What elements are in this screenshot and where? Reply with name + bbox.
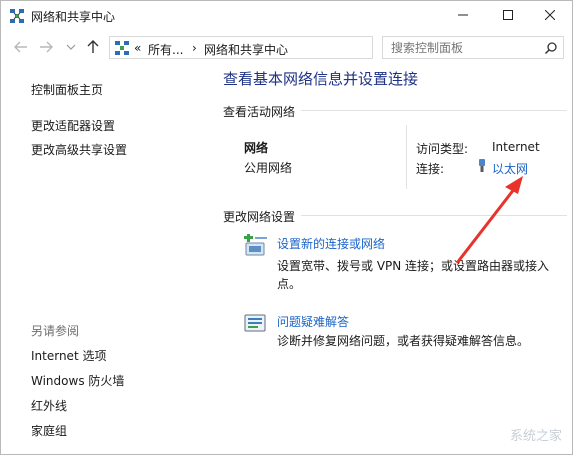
setup-new-connection-link[interactable]: 设置新的连接或网络	[277, 235, 385, 252]
change-adapter-settings-link[interactable]: 更改适配器设置	[31, 117, 115, 134]
close-button[interactable]	[528, 1, 572, 29]
infrared-link[interactable]: 红外线	[31, 397, 67, 414]
windows-firewall-link[interactable]: Windows 防火墙	[31, 372, 124, 389]
change-advanced-sharing-link[interactable]: 更改高级共享设置	[31, 141, 127, 158]
back-arrow-icon	[14, 41, 27, 53]
access-type-label: 访问类型:	[416, 142, 469, 156]
recent-locations-button[interactable]	[63, 39, 79, 55]
network-center-icon	[9, 8, 25, 24]
change-settings-heading: 更改网络设置	[223, 208, 302, 225]
close-icon	[545, 10, 555, 20]
search-input[interactable]	[383, 37, 541, 58]
breadcrumb-overflow-button[interactable]: «	[134, 41, 141, 55]
navigation-bar: « 所有... › 网络和共享中心 ⌄	[1, 31, 572, 63]
troubleshoot-problems-description: 诊断并修复网络问题，或者获得疑难解答信息。	[277, 334, 530, 348]
minimize-button[interactable]	[441, 1, 485, 29]
search-box	[382, 36, 564, 59]
forward-button[interactable]	[38, 39, 54, 55]
control-panel-icon	[114, 40, 130, 56]
maximize-button[interactable]	[486, 1, 530, 29]
see-also-heading: 另请参阅	[31, 324, 80, 338]
access-type-value: Internet	[492, 140, 540, 154]
page-title: 查看基本网络信息并设置连接	[223, 70, 419, 88]
minimize-icon	[458, 14, 468, 16]
back-button[interactable]	[13, 39, 29, 55]
up-button[interactable]	[85, 39, 101, 55]
network-category-link[interactable]: 公用网络	[244, 159, 292, 176]
title-bar[interactable]: 网络和共享中心	[1, 1, 572, 31]
chevron-down-icon	[66, 44, 76, 50]
homegroup-link[interactable]: 家庭组	[31, 422, 67, 439]
address-bar[interactable]: « 所有... › 网络和共享中心 ⌄	[109, 36, 475, 59]
network-info-divider	[406, 125, 407, 189]
setup-new-connection-description: 设置宽带、拨号或 VPN 连接；或设置路由器或接入点。	[277, 259, 550, 291]
search-icon[interactable]	[543, 40, 559, 56]
control-panel-home-link[interactable]: 控制面板主页	[31, 81, 103, 98]
internet-options-link[interactable]: Internet 选项	[31, 347, 106, 364]
breadcrumb-separator[interactable]: ›	[192, 41, 197, 55]
network-name: 网络	[244, 141, 269, 155]
breadcrumb-all-control-panel[interactable]: 所有...	[148, 41, 183, 58]
window-title: 网络和共享中心	[31, 10, 116, 24]
ethernet-connection-link[interactable]: 以太网	[492, 160, 528, 177]
maximize-icon	[503, 10, 513, 20]
up-arrow-icon	[87, 40, 99, 53]
network-sharing-center-window: 网络和共享中心 « 所有... › 网络和共享中心 搜索控制面板 控制面板主页 …	[0, 0, 573, 455]
ethernet-icon	[477, 158, 487, 174]
watermark: 系统之家	[509, 429, 562, 444]
new-connection-icon	[243, 233, 269, 258]
active-networks-heading: 查看活动网络	[223, 103, 302, 120]
troubleshoot-icon	[243, 312, 269, 336]
troubleshoot-problems-link[interactable]: 问题疑难解答	[277, 313, 349, 330]
breadcrumb-network-sharing-center[interactable]: 网络和共享中心	[204, 41, 288, 58]
forward-arrow-icon	[40, 41, 53, 53]
connections-label: 连接:	[416, 162, 445, 176]
